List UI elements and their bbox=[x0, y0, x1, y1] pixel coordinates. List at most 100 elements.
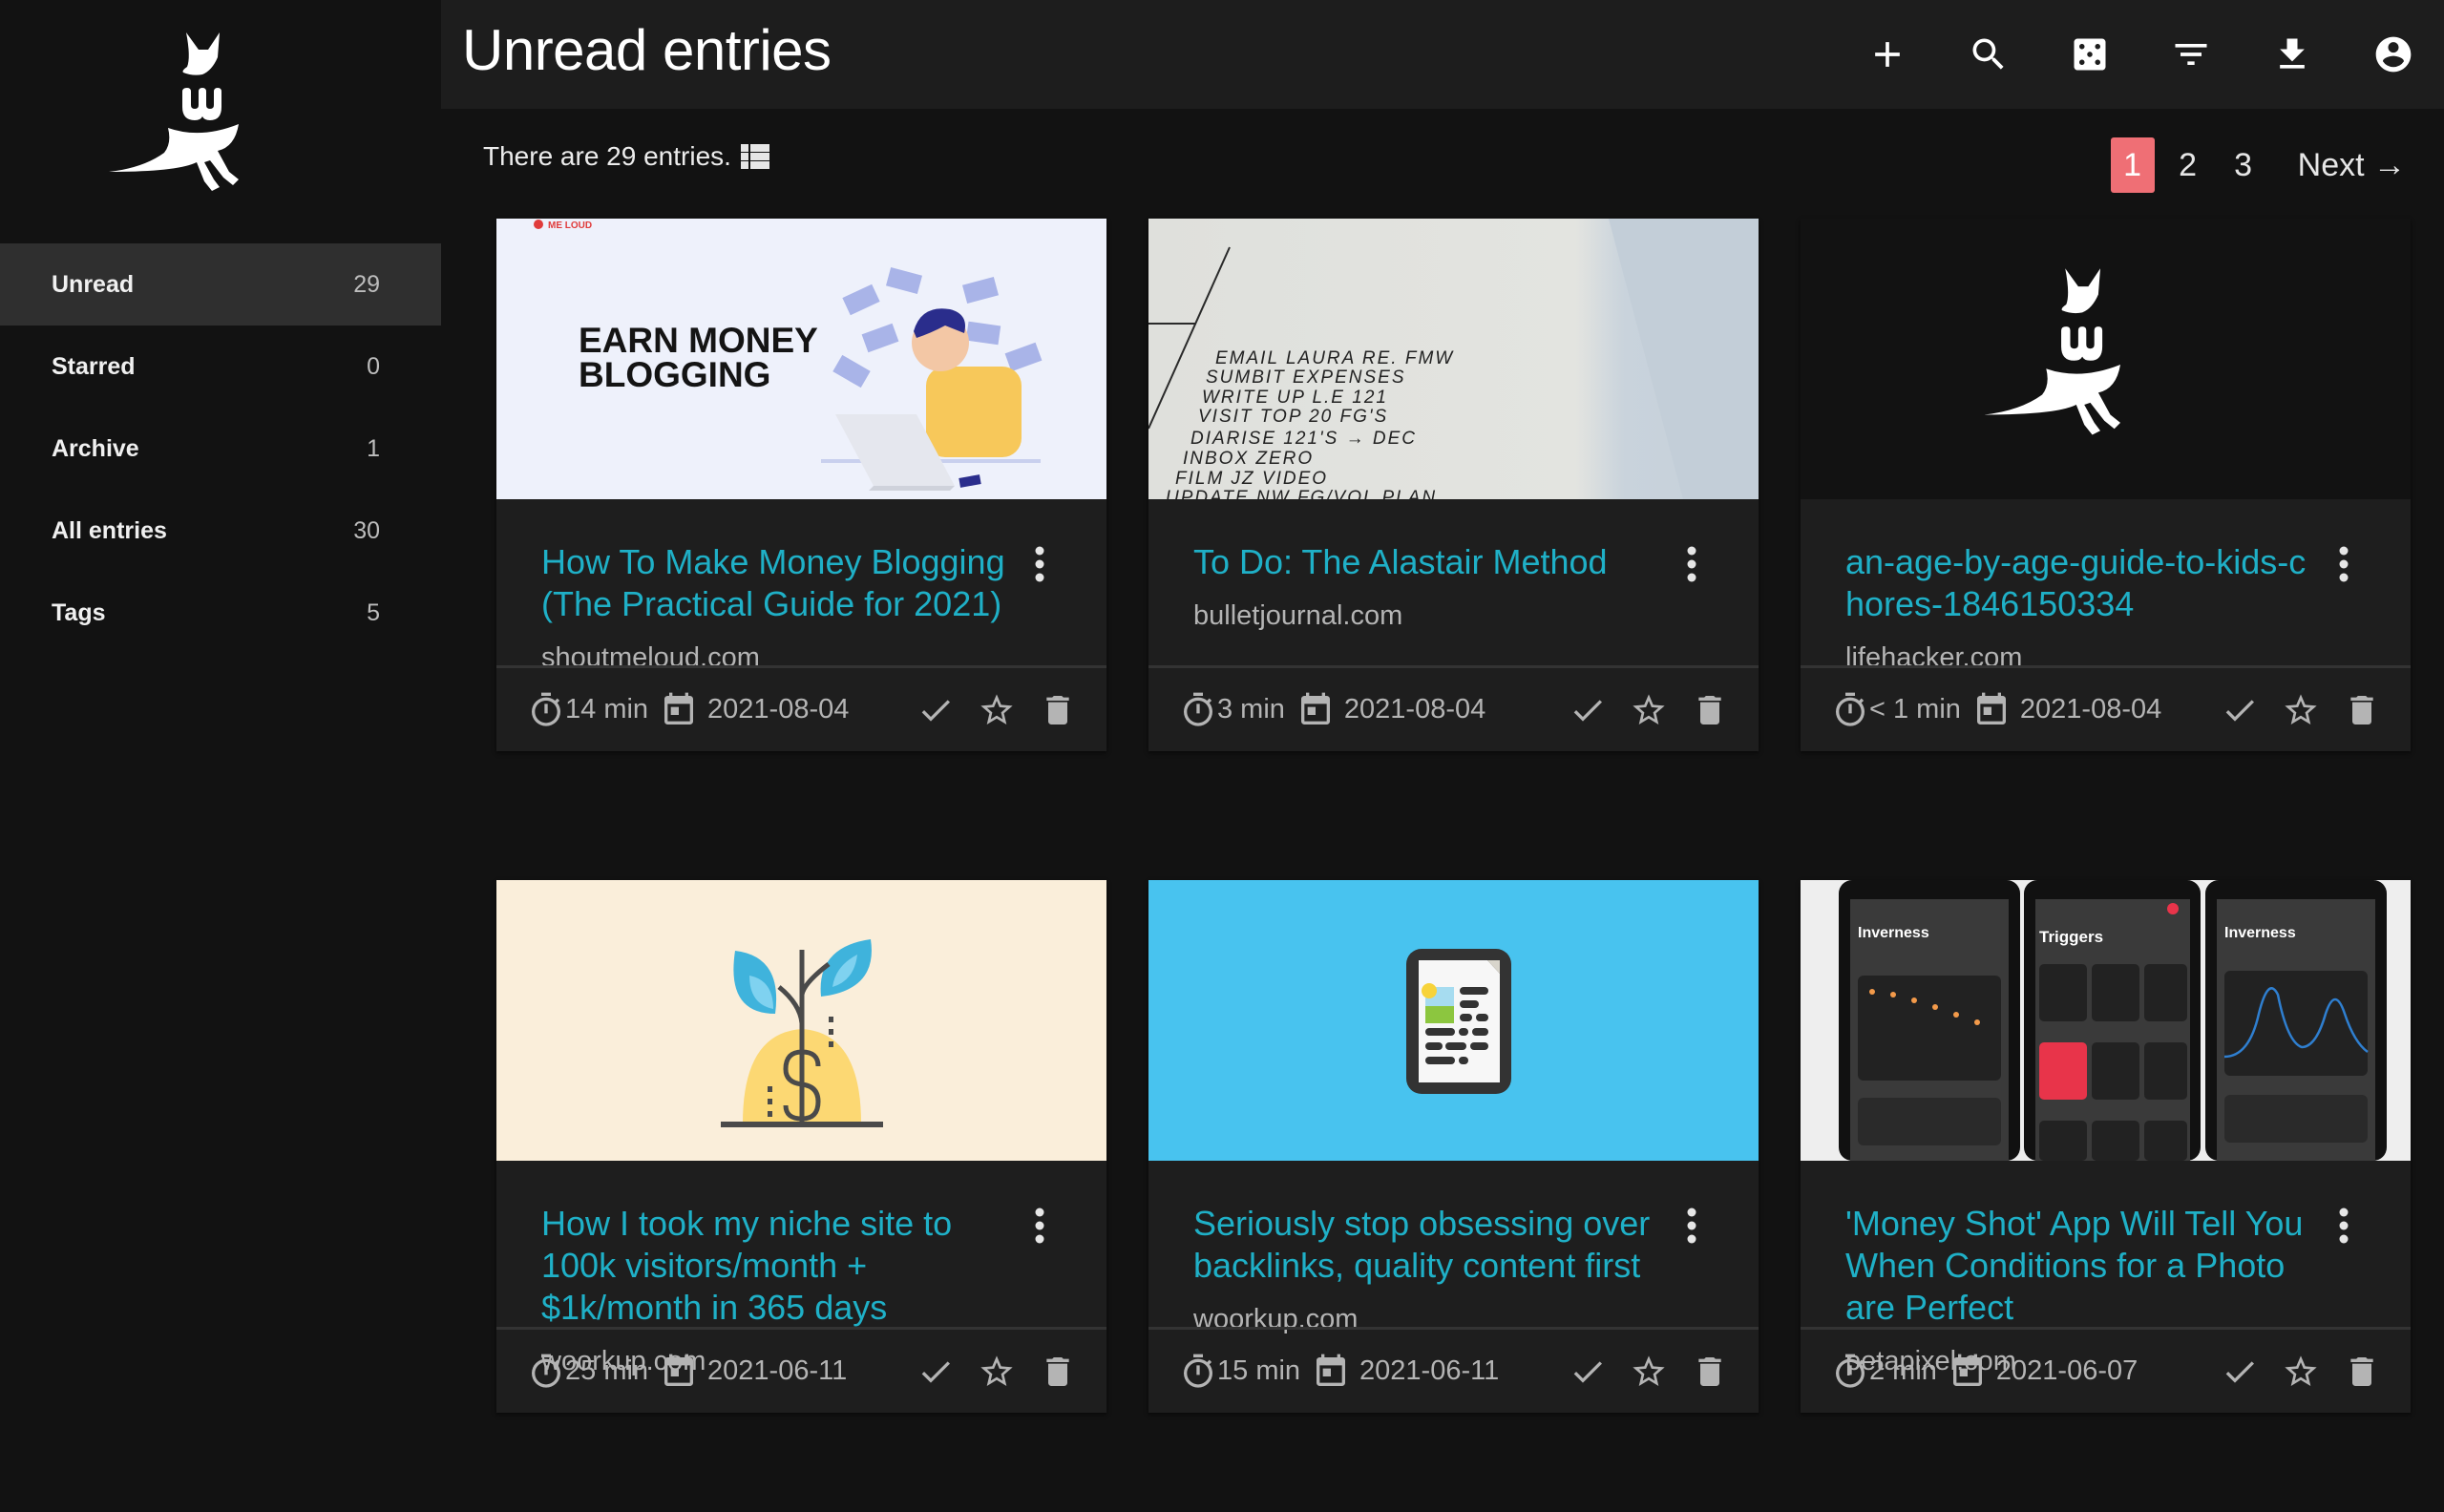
trash-icon bbox=[1698, 1356, 1721, 1386]
star-outline-icon bbox=[2285, 693, 2317, 724]
star-button[interactable] bbox=[1629, 690, 1669, 730]
entry-actions bbox=[916, 690, 1078, 730]
star-outline-icon bbox=[980, 693, 1013, 724]
reading-time: 14 min bbox=[565, 694, 649, 724]
image-brand-text: ME LOUD bbox=[548, 220, 592, 231]
more-options-icon[interactable] bbox=[2334, 1207, 2353, 1245]
delete-button[interactable] bbox=[1690, 1352, 1730, 1392]
screenshot-heading: Inverness bbox=[1858, 925, 1929, 941]
entry-actions bbox=[2220, 1352, 2382, 1392]
star-button[interactable] bbox=[2281, 690, 2321, 730]
sidebar-item-label: Unread bbox=[52, 270, 135, 298]
random-entry-button[interactable] bbox=[2039, 0, 2140, 109]
entry-title-link[interactable]: How I took my niche site to 100k visitor… bbox=[541, 1203, 1021, 1329]
note-line: WRITE UP L.E 121 bbox=[1202, 388, 1388, 408]
page-3-button[interactable]: 3 bbox=[2222, 137, 2265, 193]
plus-icon bbox=[1875, 42, 1900, 67]
entry-card: an-age-by-age-guide-to-kids-chores-18461… bbox=[1801, 219, 2411, 751]
entry-card: Inverness Triggers Inverness 'Money Shot… bbox=[1801, 880, 2411, 1413]
entry-preview-image[interactable]: EMAIL LAURA RE. FMW SUMBIT EXPENSES WRIT… bbox=[1148, 219, 1759, 499]
sidebar-item-count: 29 bbox=[353, 270, 380, 298]
sidebar-item-tags[interactable]: Tags 5 bbox=[0, 572, 441, 654]
next-page-button[interactable]: Next → bbox=[2298, 137, 2406, 193]
trash-icon bbox=[1046, 695, 1069, 724]
more-options-icon[interactable] bbox=[1682, 1207, 1701, 1245]
sidebar-item-starred[interactable]: Starred 0 bbox=[0, 326, 441, 408]
delete-button[interactable] bbox=[1038, 1352, 1078, 1392]
mark-as-read-button[interactable] bbox=[2220, 690, 2260, 730]
timer-icon bbox=[1836, 692, 1865, 726]
delete-button[interactable] bbox=[1038, 690, 1078, 730]
star-outline-icon bbox=[1633, 1354, 1665, 1386]
timer-icon bbox=[1836, 1354, 1865, 1388]
search-button[interactable] bbox=[1938, 0, 2039, 109]
filter-button[interactable] bbox=[2140, 0, 2242, 109]
star-button[interactable] bbox=[977, 1352, 1017, 1392]
entry-preview-image[interactable]: ME LOUD EARN MONEY BLOGGING bbox=[496, 219, 1106, 499]
check-icon bbox=[2225, 699, 2254, 722]
account-icon bbox=[2375, 36, 2412, 73]
sidebar-item-archive[interactable]: Archive 1 bbox=[0, 408, 441, 490]
calendar-icon bbox=[1317, 1354, 1346, 1386]
entry-card: Seriously stop obsessing over backlinks,… bbox=[1148, 880, 1759, 1413]
wallabag-logo[interactable] bbox=[105, 29, 277, 205]
more-options-icon[interactable] bbox=[1030, 1207, 1049, 1245]
mark-as-read-button[interactable] bbox=[1568, 690, 1608, 730]
mark-as-read-button[interactable] bbox=[2220, 1352, 2260, 1392]
page-2-button[interactable]: 2 bbox=[2166, 137, 2210, 193]
delete-button[interactable] bbox=[1690, 690, 1730, 730]
delete-button[interactable] bbox=[2342, 690, 2382, 730]
add-entry-button[interactable] bbox=[1837, 0, 1938, 109]
sidebar-item-label: All entries bbox=[52, 516, 167, 544]
note-line: FILM JZ VIDEO bbox=[1175, 469, 1328, 489]
screenshot-heading: Triggers bbox=[2039, 928, 2103, 946]
account-button[interactable] bbox=[2343, 0, 2444, 109]
app-screenshots: Inverness Triggers Inverness bbox=[1839, 880, 2387, 1161]
export-button[interactable] bbox=[2242, 0, 2343, 109]
entry-title-link[interactable]: To Do: The Alastair Method bbox=[1193, 541, 1673, 583]
more-options-icon[interactable] bbox=[2334, 545, 2353, 583]
calendar-icon bbox=[1976, 692, 2006, 724]
sidebar-item-unread[interactable]: Unread 29 bbox=[0, 243, 441, 326]
star-button[interactable] bbox=[1629, 1352, 1669, 1392]
timer-icon bbox=[532, 692, 560, 726]
sidebar-nav: Unread 29 Starred 0 Archive 1 All entrie… bbox=[0, 243, 441, 654]
list-view-icon[interactable] bbox=[739, 142, 771, 171]
entry-title-link[interactable]: Seriously stop obsessing over backlinks,… bbox=[1193, 1203, 1673, 1287]
entry-domain-link[interactable]: bulletjournal.com bbox=[1193, 600, 1673, 632]
trash-icon bbox=[2350, 695, 2373, 724]
star-button[interactable] bbox=[977, 690, 1017, 730]
filter-icon bbox=[2175, 44, 2207, 65]
star-button[interactable] bbox=[2281, 1352, 2321, 1392]
calendar-icon bbox=[664, 1354, 694, 1386]
trash-icon bbox=[2350, 1356, 2373, 1386]
more-options-icon[interactable] bbox=[1682, 545, 1701, 583]
entry-title-link[interactable]: an-age-by-age-guide-to-kids-chores-18461… bbox=[1845, 541, 2325, 625]
mark-as-read-button[interactable] bbox=[1568, 1352, 1608, 1392]
entry-title-link[interactable]: 'Money Shot' App Will Tell You When Cond… bbox=[1845, 1203, 2325, 1329]
sidebar: Unread 29 Starred 0 Archive 1 All entrie… bbox=[0, 0, 441, 1512]
page-1-button[interactable]: 1 bbox=[2110, 137, 2155, 193]
mark-as-read-button[interactable] bbox=[916, 1352, 956, 1392]
calendar-icon bbox=[1300, 692, 1330, 724]
more-options-icon[interactable] bbox=[1030, 545, 1049, 583]
entry-preview-image[interactable]: Inverness Triggers Inverness bbox=[1801, 880, 2411, 1161]
entry-meta: 14 min 2021-08-04 bbox=[527, 691, 849, 729]
entry-title-link[interactable]: How To Make Money Blogging (The Practica… bbox=[541, 541, 1021, 625]
sidebar-item-count: 30 bbox=[353, 516, 380, 544]
sidebar-item-all-entries[interactable]: All entries 30 bbox=[0, 490, 441, 572]
entry-preview-image[interactable] bbox=[1148, 880, 1759, 1161]
app-root: Unread 29 Starred 0 Archive 1 All entrie… bbox=[0, 0, 2444, 1512]
entries-count-text: There are 29 entries. bbox=[483, 141, 731, 171]
entry-actions bbox=[916, 1352, 1078, 1392]
check-icon bbox=[921, 699, 950, 722]
entry-preview-image[interactable] bbox=[1801, 219, 2411, 499]
mark-as-read-button[interactable] bbox=[916, 690, 956, 730]
entry-preview-image[interactable] bbox=[496, 880, 1106, 1161]
image-headline-line-1: EARN MONEY bbox=[579, 321, 818, 360]
toolbar bbox=[1837, 0, 2444, 109]
entry-actions bbox=[1568, 690, 1730, 730]
timer-icon bbox=[1184, 692, 1212, 726]
delete-button[interactable] bbox=[2342, 1352, 2382, 1392]
image-headline-line-2: BLOGGING bbox=[579, 355, 770, 394]
